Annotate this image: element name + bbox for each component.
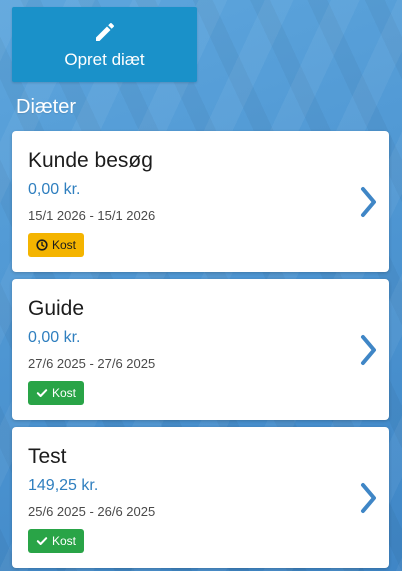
diet-dates: 27/6 2025 - 27/6 2025 [28, 356, 156, 371]
create-diet-button[interactable]: Opret diæt [12, 7, 197, 82]
create-diet-label: Opret diæt [64, 49, 145, 69]
badge-label: Kost [52, 386, 77, 400]
diet-price: 0,00 kr. [28, 329, 81, 346]
badge-label: Kost [52, 238, 77, 252]
diet-title: Guide [28, 297, 85, 320]
diet-price: 149,25 kr. [28, 477, 99, 494]
pencil-icon [95, 22, 114, 41]
status-badge: Kost [28, 529, 85, 553]
diet-card[interactable]: Kunde besøg 0,00 kr. 15/1 2026 - 15/1 20… [12, 131, 389, 272]
chevron-right-icon[interactable] [359, 333, 379, 367]
status-badge: Kost [28, 233, 85, 257]
diet-price: 0,00 kr. [28, 181, 81, 198]
section-title: Diæter [16, 96, 77, 118]
clock-icon [36, 239, 48, 251]
status-badge: Kost [28, 381, 85, 405]
chevron-right-icon[interactable] [359, 185, 379, 219]
diet-card[interactable]: Guide 0,00 kr. 27/6 2025 - 27/6 2025 Kos… [12, 279, 389, 420]
diet-dates: 25/6 2025 - 26/6 2025 [28, 504, 156, 519]
diet-dates: 15/1 2026 - 15/1 2026 [28, 208, 156, 223]
check-icon [36, 537, 48, 545]
diet-title: Test [28, 445, 67, 468]
badge-label: Kost [52, 534, 77, 548]
check-icon [36, 389, 48, 397]
chevron-right-icon[interactable] [359, 481, 379, 515]
diet-title: Kunde besøg [28, 149, 153, 172]
diet-card[interactable]: Test 149,25 kr. 25/6 2025 - 26/6 2025 Ko… [12, 427, 389, 568]
